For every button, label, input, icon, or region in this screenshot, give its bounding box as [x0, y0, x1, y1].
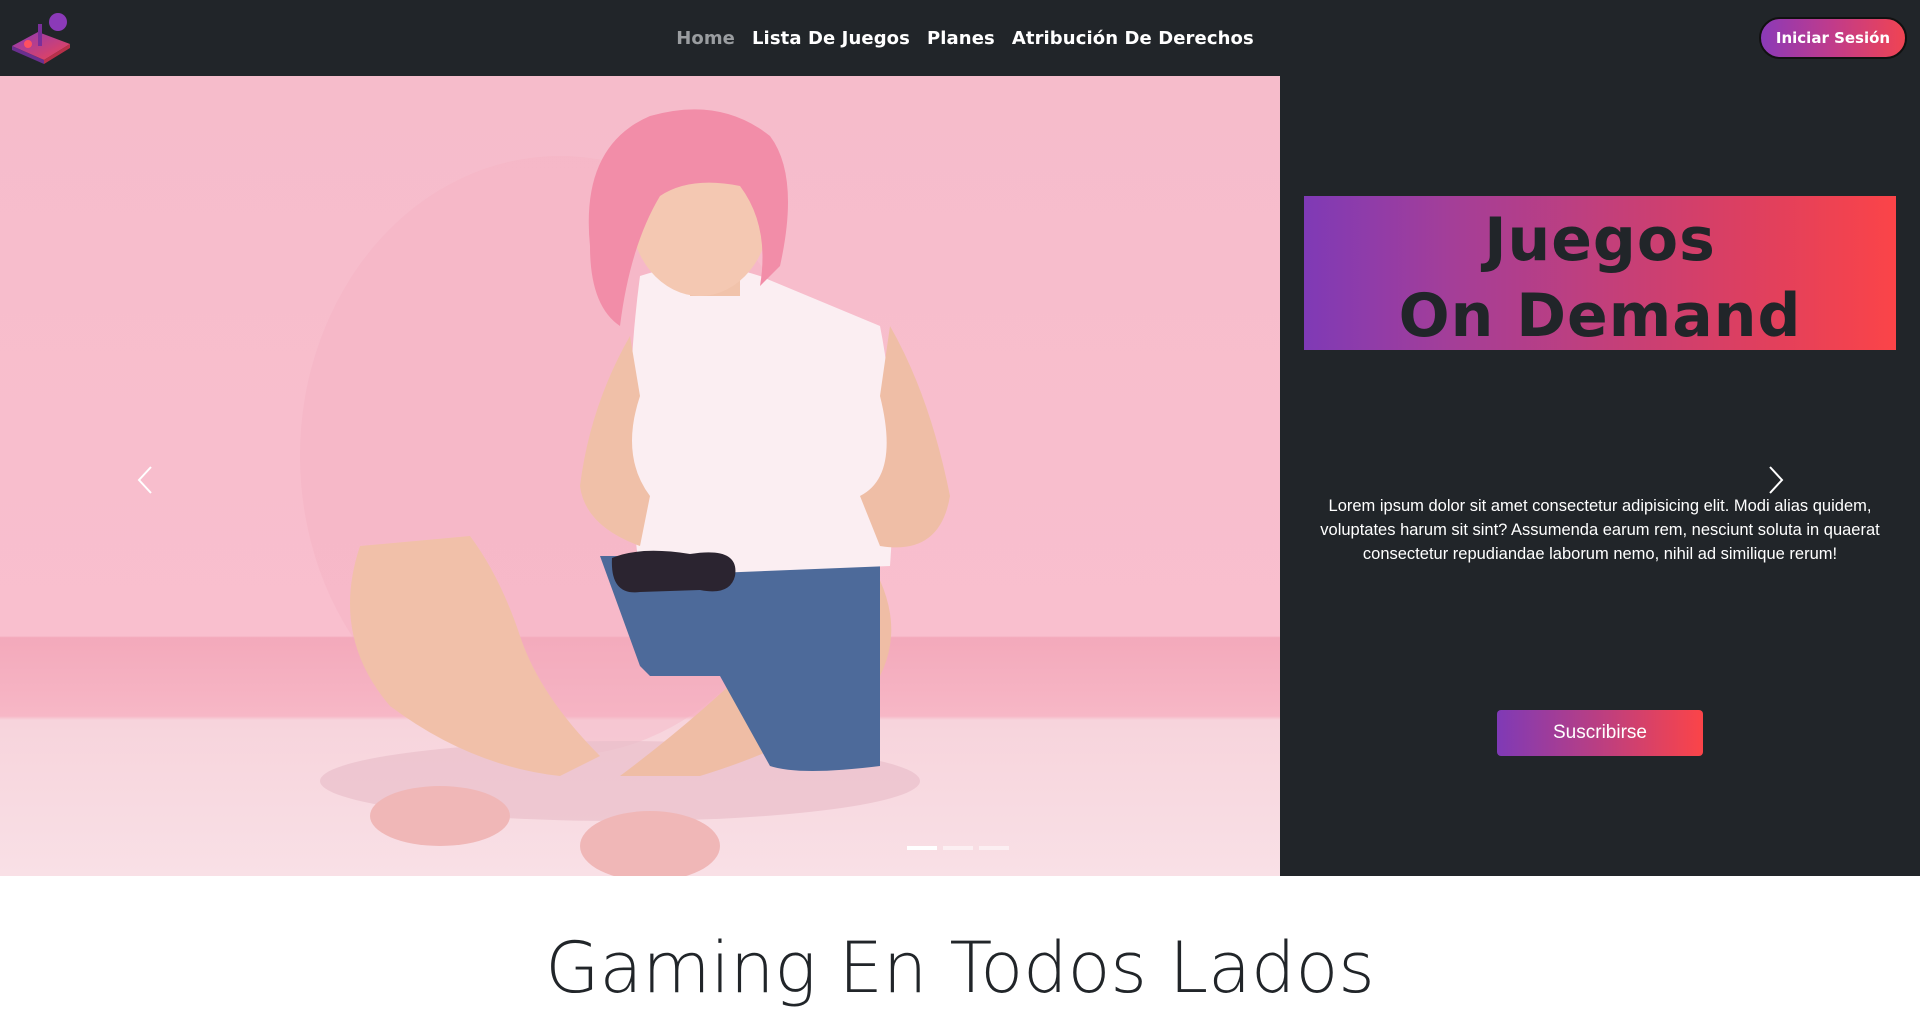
- login-button[interactable]: Iniciar Sesión: [1759, 17, 1907, 59]
- nav-link-home[interactable]: Home: [676, 28, 735, 49]
- hero-title-banner: Juegos On Demand: [1304, 196, 1896, 351]
- hero-carousel: Juegos On Demand Lorem ipsum dolor sit a…: [0, 76, 1920, 876]
- navbar: Home Lista De Juegos Planes Atribución D…: [0, 0, 1920, 76]
- girl-with-gamepad-photo: [0, 76, 1280, 876]
- hero-title-line1: Juegos: [1484, 205, 1716, 275]
- carousel-indicators: [907, 846, 1009, 850]
- carousel-prev-button[interactable]: [130, 462, 160, 502]
- nav-menu: Home Lista De Juegos Planes Atribución D…: [0, 0, 1920, 76]
- carousel-indicator-2[interactable]: [943, 846, 973, 850]
- nav-link-planes[interactable]: Planes: [927, 28, 995, 49]
- hero-description: Lorem ipsum dolor sit amet consectetur a…: [1320, 497, 1880, 563]
- hero-title-line2: On Demand: [1398, 281, 1802, 351]
- section-title: Gaming En Todos Lados: [545, 927, 1375, 1009]
- chevron-left-icon: [136, 465, 154, 500]
- subscribe-button[interactable]: Suscribirse: [1497, 710, 1703, 756]
- carousel-indicator-1[interactable]: [907, 846, 937, 850]
- carousel-indicator-3[interactable]: [979, 846, 1009, 850]
- nav-link-lista-de-juegos[interactable]: Lista De Juegos: [752, 28, 910, 49]
- nav-link-atribucion-de-derechos[interactable]: Atribución De Derechos: [1012, 28, 1254, 49]
